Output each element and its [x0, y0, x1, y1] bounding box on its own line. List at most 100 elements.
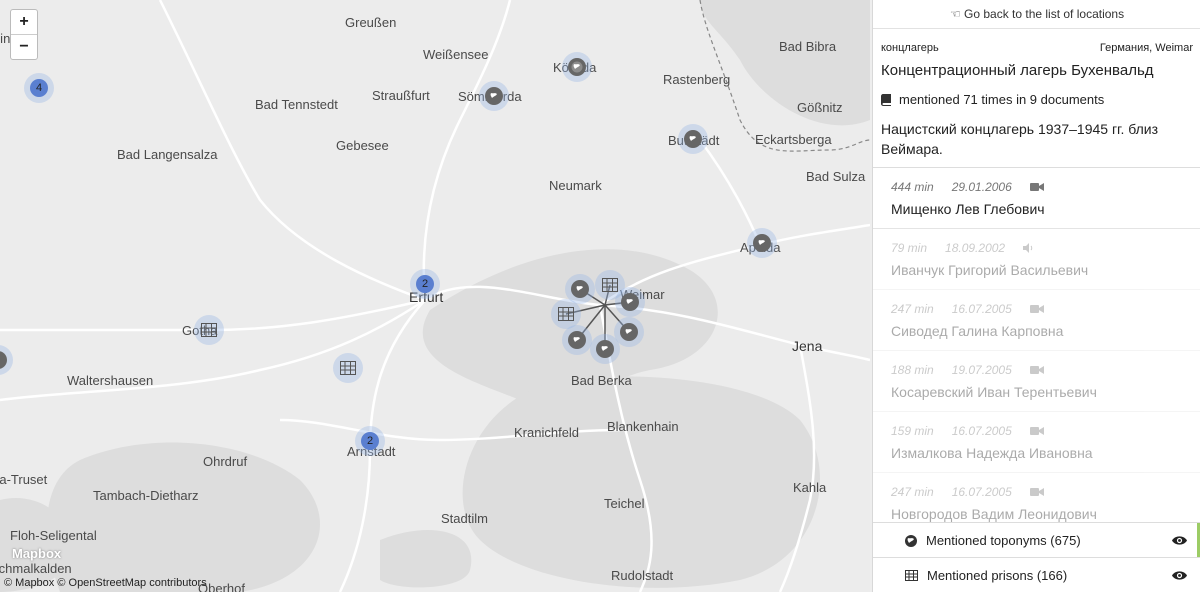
prison-marker[interactable]: [194, 315, 224, 345]
video-camera-icon: [1029, 488, 1044, 496]
prison-marker[interactable]: [333, 353, 363, 383]
globe-icon: [571, 61, 583, 73]
document-name: Мищенко Лев Глебович: [891, 201, 1045, 217]
table-icon: [905, 570, 918, 581]
document-date: 29.01.2006: [951, 180, 1012, 194]
prison-marker[interactable]: [551, 299, 581, 329]
city-label: Bad Bibra: [779, 39, 837, 54]
cluster-count: 2: [361, 432, 379, 450]
toggle-label: Mentioned prisons (166): [927, 568, 1068, 583]
city-label: Rastenberg: [663, 72, 731, 87]
city-label: Blankenhain: [607, 419, 679, 434]
eye-icon[interactable]: [1172, 534, 1187, 549]
document-item[interactable]: 247 min 16.07.2005 Сиводед Галина Карповна: [873, 290, 1200, 351]
cluster-marker[interactable]: 2: [410, 269, 440, 299]
globe-icon: [625, 329, 632, 334]
zoom-out-button[interactable]: −: [11, 34, 37, 59]
globe-icon: [626, 299, 633, 304]
city-label: Eckartsberga: [755, 132, 832, 147]
document-date: 16.07.2005: [951, 302, 1012, 316]
prison-marker[interactable]: [595, 270, 625, 300]
document-date: 16.07.2005: [951, 424, 1012, 438]
toggle-toponyms[interactable]: Mentioned toponyms (675): [873, 522, 1200, 558]
back-link-label: Go back to the list of locations: [964, 7, 1125, 21]
toggle-prisons[interactable]: Mentioned prisons (166): [873, 557, 1200, 592]
video-camera-icon: [1029, 305, 1044, 313]
cluster-marker[interactable]: 2: [355, 426, 385, 456]
city-label: Jena: [792, 338, 823, 354]
cluster-count: 4: [30, 79, 48, 97]
location-marker[interactable]: [562, 52, 592, 82]
globe-icon: [490, 93, 497, 98]
globe-icon: [601, 346, 608, 351]
document-duration: 444 min: [891, 180, 934, 194]
document-duration: 188 min: [891, 363, 934, 377]
city-label: Rudolstadt: [611, 568, 674, 583]
document-date: 18.09.2002: [945, 241, 1006, 255]
document-name: Сиводед Галина Карповна: [891, 323, 1064, 339]
location-detail-panel: ☜ Go back to the list of locations концл…: [872, 0, 1200, 592]
document-name: Новгородов Вадим Леонидович: [891, 506, 1097, 522]
document-name: Косаревский Иван Терентьевич: [891, 384, 1097, 400]
globe-icon: [576, 286, 583, 291]
document-duration: 247 min: [891, 485, 934, 499]
globe-icon: [905, 534, 917, 547]
location-meta: концлагерь Германия, Weimar: [873, 29, 1200, 54]
map-view[interactable]: Greußen Weißensee Kölleda Bad Bibra Rast…: [0, 0, 870, 592]
document-date: 19.07.2005: [951, 363, 1012, 377]
location-marker[interactable]: [590, 334, 620, 364]
video-camera-icon: [1029, 183, 1044, 191]
zoom-control: + −: [10, 9, 38, 60]
city-label: Bad Langensalza: [117, 147, 218, 162]
map-attribution[interactable]: © Mapbox © OpenStreetMap contributors: [4, 577, 207, 589]
location-marker[interactable]: [479, 81, 509, 111]
table-icon: [201, 323, 217, 337]
document-item[interactable]: 159 min 16.07.2005 Измалкова Надежда Ивано…: [873, 412, 1200, 473]
location-description: Нацистский концлагерь 1937–1945 гг. близ…: [873, 107, 1200, 168]
city-label: Bad Tennstedt: [255, 97, 338, 112]
location-marker[interactable]: [678, 124, 708, 154]
location-title: Концентрационный лагерь Бухенвальд: [881, 62, 1154, 79]
city-label: Straußfurt: [372, 88, 430, 103]
video-camera-icon: [1029, 366, 1044, 374]
mentions-summary: mentioned 71 times in 9 documents: [873, 79, 1200, 107]
city-label: Gößnitz: [797, 100, 843, 115]
location-marker[interactable]: [562, 325, 592, 355]
document-duration: 159 min: [891, 424, 934, 438]
city-label: Floh-Seligental: [10, 528, 97, 543]
city-label: Bad Berka: [571, 373, 632, 388]
table-icon: [340, 361, 356, 375]
document-item[interactable]: 79 min 18.09.2002 Иванчук Григорий Василье…: [873, 229, 1200, 290]
video-camera-icon: [1029, 427, 1044, 435]
city-label: Weißensee: [423, 47, 489, 62]
globe-icon: [573, 337, 580, 342]
document-date: 16.07.2005: [951, 485, 1012, 499]
location-marker[interactable]: [747, 228, 777, 258]
city-label: Kahla: [793, 480, 827, 495]
document-name: Измалкова Надежда Ивановна: [891, 445, 1093, 461]
back-to-list-link[interactable]: ☜ Go back to the list of locations: [873, 0, 1200, 29]
mentions-text: mentioned 71 times in 9 documents: [899, 92, 1105, 107]
globe-icon: [758, 240, 765, 245]
city-label: Friedrichroda-Truset: [0, 472, 48, 487]
document-item[interactable]: 444 min 29.01.2006 Мищенко Лев Глебович: [873, 168, 1200, 229]
table-icon: [602, 278, 618, 292]
zoom-in-button[interactable]: +: [11, 10, 37, 34]
globe-icon: [689, 136, 696, 141]
document-name: Иванчук Григорий Васильевич: [891, 262, 1089, 278]
toggle-label: Mentioned toponyms (675): [926, 533, 1081, 548]
document-item[interactable]: 188 min 19.07.2005 Косаревский Иван Терент…: [873, 351, 1200, 412]
audio-icon: [1023, 243, 1033, 253]
city-label: Kranichfeld: [514, 425, 580, 440]
mapbox-logo: Mapbox: [12, 546, 62, 561]
table-icon: [558, 307, 574, 321]
city-label: Teichel: [604, 496, 645, 511]
city-label: Greußen: [345, 15, 397, 30]
hand-pointer-icon: ☜: [949, 7, 961, 21]
eye-icon[interactable]: [1172, 569, 1187, 584]
document-list: 444 min 29.01.2006 Мищенко Лев Глебович 79 …: [873, 168, 1200, 534]
city-label: Gebesee: [336, 138, 389, 153]
cluster-marker[interactable]: 4: [24, 73, 54, 103]
city-label: Neumark: [549, 178, 602, 193]
city-label: Schmalkalden: [0, 561, 72, 576]
